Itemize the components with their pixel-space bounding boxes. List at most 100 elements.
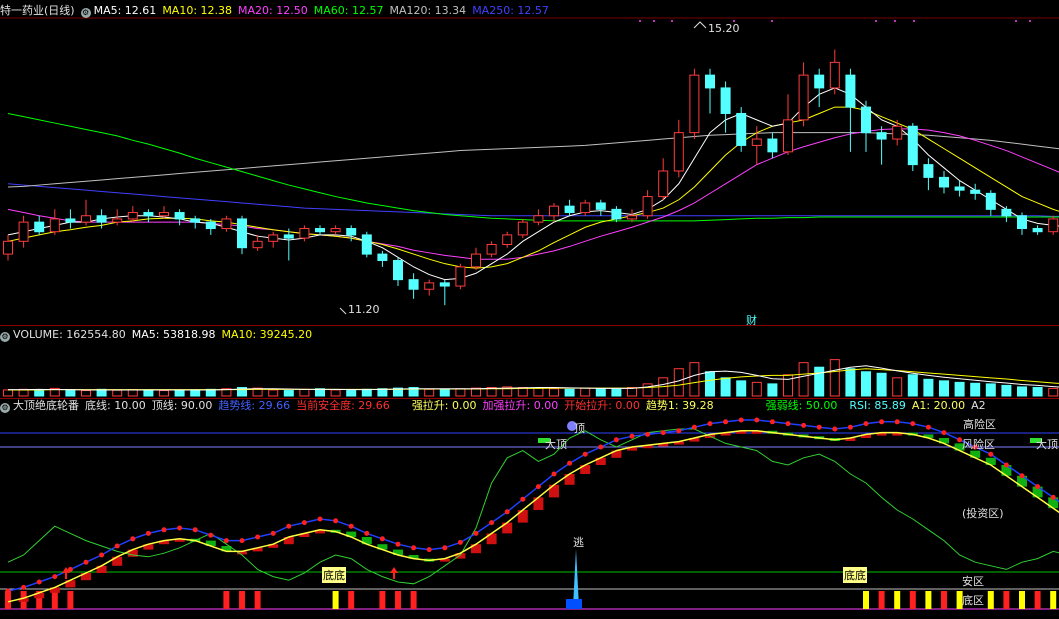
candle-body bbox=[1017, 215, 1027, 230]
trend-dot bbox=[754, 417, 760, 423]
ind-bottom: 底线: 10.00 bbox=[85, 399, 146, 412]
settings-icon[interactable]: ⚙ bbox=[0, 332, 10, 342]
volume-bar bbox=[439, 389, 450, 397]
volume-bar bbox=[65, 389, 76, 397]
candle-body bbox=[3, 240, 13, 255]
signal-dot bbox=[771, 20, 773, 22]
volume-label: VOLUME: 162554.80 bbox=[13, 328, 126, 341]
trend-dot bbox=[52, 574, 58, 580]
trend-dot bbox=[426, 547, 432, 553]
trend-dot bbox=[988, 451, 994, 457]
candle-body bbox=[315, 228, 325, 233]
bottom-bar bbox=[254, 591, 261, 609]
candle-body bbox=[455, 266, 466, 287]
marker-bottom-2: 底底 bbox=[843, 567, 867, 583]
price-panel: 特一药业(日线) ⚙ MA5: 12.61 MA10: 12.38 MA20: 12.5… bbox=[0, 0, 1059, 327]
bottom-bar bbox=[332, 591, 339, 609]
ma10-label: MA10: 12.38 bbox=[162, 4, 233, 17]
price-title[interactable]: 特一药业(日线) bbox=[0, 4, 75, 17]
volume-bar bbox=[580, 387, 591, 397]
volume-bar bbox=[424, 388, 435, 397]
settings-icon[interactable]: ⚙ bbox=[0, 403, 10, 413]
vol-ma5-label: MA5: 53818.98 bbox=[131, 328, 216, 341]
trend-dot bbox=[925, 424, 931, 430]
trend-dot bbox=[1035, 484, 1041, 490]
volume-bar bbox=[939, 380, 949, 397]
trend-dot bbox=[707, 421, 713, 427]
trend-dot bbox=[21, 584, 27, 590]
volume-bar bbox=[346, 390, 357, 397]
trend-dot bbox=[161, 527, 167, 533]
volume-bar bbox=[876, 372, 887, 397]
vol-ma10-label: MA10: 39245.20 bbox=[221, 328, 313, 341]
candle-body bbox=[502, 234, 513, 245]
price-chart[interactable] bbox=[0, 0, 1059, 325]
candle-body bbox=[751, 138, 762, 146]
up-arrow bbox=[390, 567, 398, 579]
ind-start: 开始拉升: 0.00 bbox=[564, 399, 640, 412]
candle-body bbox=[471, 253, 481, 268]
candle-body bbox=[611, 208, 622, 220]
bottom-bar bbox=[223, 591, 230, 609]
bottom-bar bbox=[863, 591, 869, 609]
bottom-bar bbox=[395, 591, 401, 609]
trend-dot bbox=[723, 419, 729, 425]
settings-icon[interactable]: ⚙ bbox=[80, 8, 91, 18]
candle-body bbox=[642, 196, 653, 217]
trend-dot bbox=[473, 530, 479, 536]
trend-dot bbox=[1019, 473, 1025, 479]
trend-dot bbox=[395, 541, 401, 547]
trend-dot bbox=[270, 530, 276, 536]
trend-dot bbox=[192, 527, 198, 533]
trend-dot bbox=[208, 532, 214, 538]
candle-body bbox=[96, 215, 107, 223]
signal-dot bbox=[1029, 20, 1031, 22]
volume-bar bbox=[268, 389, 279, 397]
trend-dot bbox=[255, 534, 261, 540]
volume-bar bbox=[81, 390, 91, 397]
trend-dot bbox=[145, 530, 151, 536]
candle-body bbox=[829, 61, 840, 89]
candle-body bbox=[18, 221, 29, 242]
candle-body bbox=[486, 244, 497, 255]
trend-dot bbox=[411, 545, 417, 551]
candle-body bbox=[970, 189, 981, 194]
bottom-bar bbox=[379, 591, 386, 609]
candle-body bbox=[673, 132, 684, 172]
bottom-bar bbox=[348, 591, 355, 609]
volume-bar bbox=[361, 388, 372, 397]
volume-bar bbox=[3, 389, 13, 397]
zone-invest: (投资区) bbox=[962, 507, 1004, 520]
ind-title: 大顶绝底轮番 bbox=[13, 399, 79, 412]
candle-body bbox=[49, 218, 60, 233]
trend-dot bbox=[738, 417, 744, 423]
bottom-bar bbox=[239, 591, 245, 609]
trend-dot bbox=[567, 460, 573, 466]
safety-line bbox=[7, 430, 1059, 603]
trend-dot bbox=[676, 428, 682, 434]
signal-dot bbox=[653, 20, 655, 22]
volume-bar bbox=[767, 383, 778, 397]
volume-bar bbox=[549, 388, 559, 397]
bottom-bar bbox=[909, 591, 916, 609]
trend-dot bbox=[660, 430, 666, 436]
ind-a1: A1: 20.00 bbox=[911, 399, 966, 412]
indicator-chart[interactable] bbox=[0, 399, 1059, 619]
candle-body bbox=[985, 192, 996, 210]
volume-bar bbox=[112, 389, 123, 397]
candle-body bbox=[954, 186, 965, 191]
volume-bar bbox=[673, 368, 684, 397]
candle-body bbox=[81, 215, 91, 223]
volume-bar bbox=[907, 374, 918, 397]
candle-body bbox=[221, 218, 232, 230]
candle-body bbox=[861, 106, 871, 134]
marker-flee: 逃 bbox=[573, 536, 584, 549]
bottom-bar bbox=[941, 591, 947, 609]
bottom-bar bbox=[987, 591, 994, 609]
price-header: 特一药业(日线) ⚙ MA5: 12.61 MA10: 12.38 MA20: 12.5… bbox=[0, 4, 555, 18]
candle-body bbox=[549, 205, 559, 217]
trend-dot bbox=[286, 523, 292, 529]
candle-body bbox=[580, 202, 591, 214]
trend-dot bbox=[847, 424, 853, 430]
candle-body bbox=[299, 228, 310, 239]
